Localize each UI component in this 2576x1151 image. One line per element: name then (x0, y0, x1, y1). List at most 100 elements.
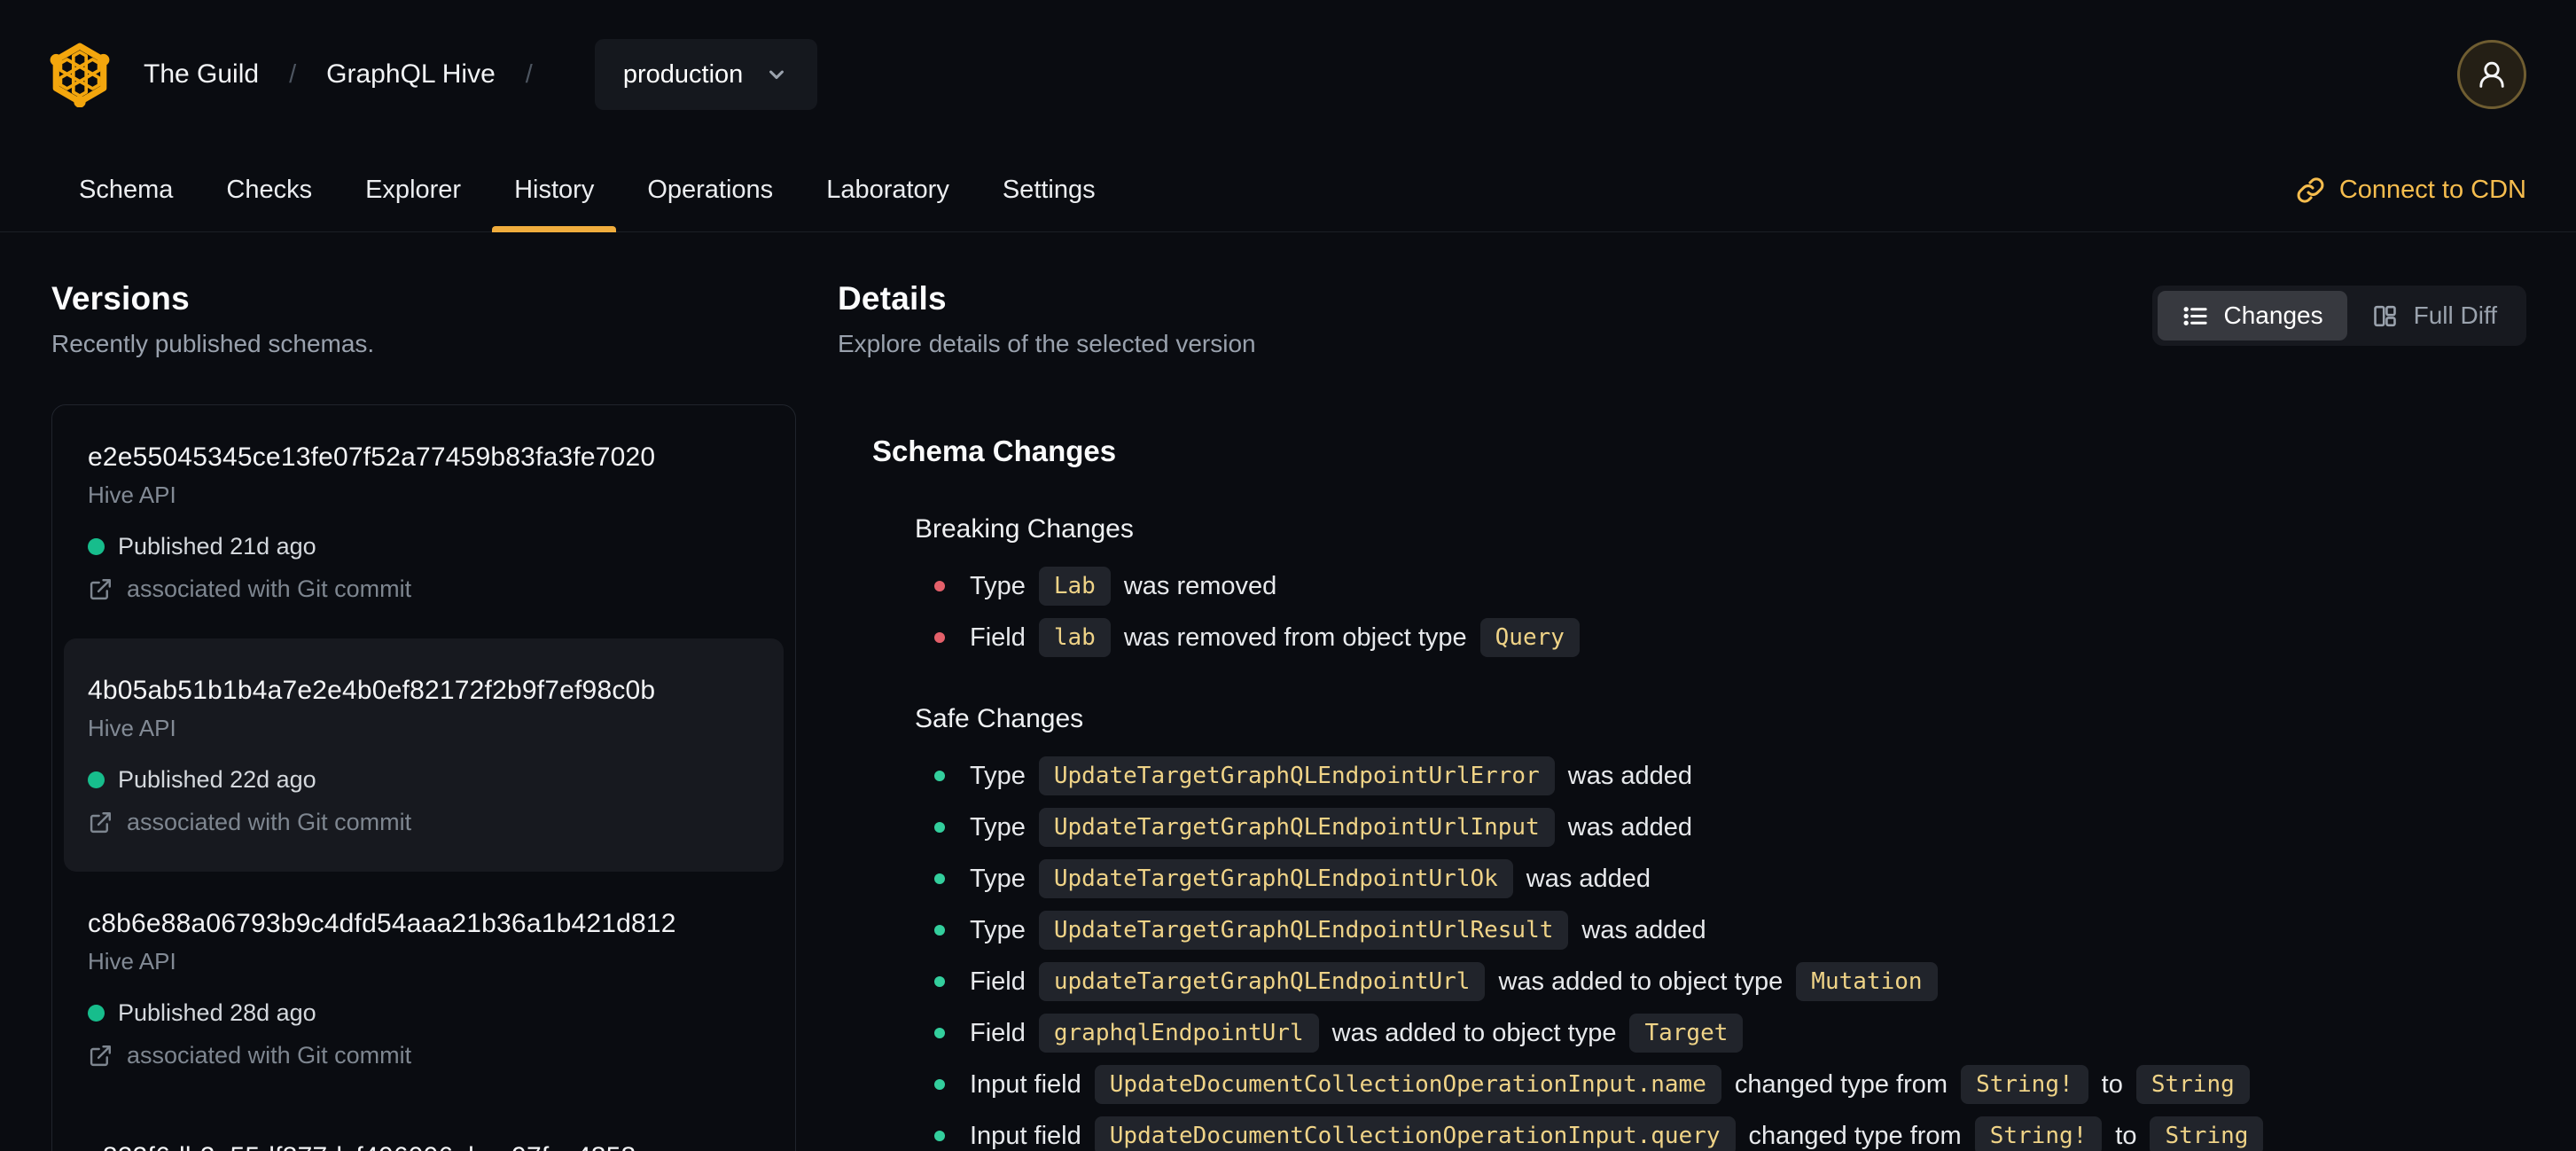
version-service: Hive API (88, 715, 176, 741)
published-dot-icon (88, 1005, 105, 1022)
external-link-icon (90, 579, 111, 600)
change-code-chip: UpdateTargetGraphQLEndpointUrlOk (1038, 859, 1513, 898)
user-avatar-button[interactable] (2457, 40, 2526, 109)
connect-to-cdn-link[interactable]: Connect to CDN (2296, 149, 2526, 231)
main-content: Versions Recently published schemas. e2e… (0, 232, 2576, 1151)
change-text: changed type from (1734, 1069, 1948, 1099)
version-published-label: Published 28d ago (118, 999, 316, 1026)
git-commit-label: associated with Git commit (127, 1042, 412, 1069)
breadcrumb-project[interactable]: GraphQL Hive (326, 59, 496, 90)
schema-changes-title: Schema Changes (872, 435, 1117, 467)
changes-section-title: Breaking Changes (915, 514, 1134, 544)
breadcrumb-separator: / (525, 59, 533, 89)
toggle-label: Changes (2223, 301, 2323, 329)
schema-changes-sections: Breaking Changes Type Lab was removed Field l… (872, 514, 2526, 1151)
version-status: Published 21d ago (88, 533, 760, 560)
external-link-icon (90, 812, 111, 834)
version-hash: c8b6e88a06793b9c4dfd54aaa21b36a1b421d812 (88, 909, 676, 938)
link-icon (2296, 176, 2325, 205)
change-code-chip: graphqlEndpointUrl (1038, 1014, 1319, 1053)
breadcrumb-separator: / (289, 59, 297, 89)
change-row: Field updateTargetGraphQLEndpointUrl was a… (934, 961, 2526, 1002)
change-text: changed type from (1748, 1121, 1962, 1150)
change-text: Input field (970, 1121, 1081, 1150)
version-git-commit-link[interactable]: associated with Git commit (88, 809, 760, 836)
change-code-chip: Target (1629, 1014, 1744, 1053)
change-text: was added (1581, 915, 1706, 944)
change-text: was added to object type (1498, 967, 1784, 996)
breaking-bullet-icon (934, 581, 945, 591)
tab-checks[interactable]: Checks (199, 149, 339, 231)
chevron-down-icon (764, 62, 789, 87)
change-text: was added (1567, 761, 1693, 790)
details-title: Details (838, 280, 947, 317)
change-text: Field (970, 1018, 1026, 1047)
change-text: was removed from object type (1123, 622, 1467, 652)
version-card[interactable]: e2e55045345ce13fe07f52a77459b83fa3fe7020… (52, 405, 795, 638)
published-dot-icon (88, 771, 105, 788)
breadcrumb-org[interactable]: The Guild (144, 59, 259, 90)
toggle-label: Full Diff (2413, 301, 2497, 329)
breadcrumb: The Guild / GraphQL Hive / production (144, 39, 818, 110)
version-git-commit-link[interactable]: associated with Git commit (88, 1042, 760, 1069)
target-selector[interactable]: production (594, 39, 818, 110)
toggle-changes[interactable]: Changes (2157, 291, 2347, 341)
details-header: Details Explore details of the selected … (838, 280, 2526, 358)
change-row: Type Lab was removed (934, 566, 2526, 607)
version-git-commit-link[interactable]: associated with Git commit (88, 576, 760, 603)
safe-bullet-icon (934, 976, 945, 987)
safe-bullet-icon (934, 1028, 945, 1038)
change-row: Type UpdateTargetGraphQLEndpointUrlInput w… (934, 807, 2526, 848)
tab-operations[interactable]: Operations (621, 149, 800, 231)
top-bar: The Guild / GraphQL Hive / production (0, 0, 2576, 149)
change-row: Type UpdateTargetGraphQLEndpointUrlOk was … (934, 858, 2526, 899)
version-published-label: Published 22d ago (118, 766, 316, 793)
change-code-chip: lab (1038, 618, 1111, 657)
change-row: Input field UpdateDocumentCollectionOpera… (934, 1116, 2526, 1151)
columns-icon (2373, 305, 2396, 326)
safe-bullet-icon (934, 873, 945, 884)
change-code-chip: Query (1479, 618, 1580, 657)
version-status: Published 28d ago (88, 999, 760, 1027)
main-nav-tabs: Schema Checks Explorer History Operations Lab… (0, 149, 2576, 232)
change-text: Type (970, 915, 1026, 944)
details-subtitle: Explore details of the selected version (838, 330, 1256, 357)
version-service: Hive API (88, 482, 176, 508)
change-text: Field (970, 622, 1026, 652)
toggle-full-diff[interactable]: Full Diff (2347, 291, 2521, 341)
tab-settings[interactable]: Settings (976, 149, 1122, 231)
version-card[interactable]: c8b6e88a06793b9c4dfd54aaa21b36a1b421d812… (52, 872, 795, 1105)
change-text: was added to object type (1331, 1018, 1617, 1047)
change-code-chip: Mutation (1796, 962, 1938, 1001)
version-hash: e2e55045345ce13fe07f52a77459b83fa3fe7020 (88, 442, 656, 472)
target-selector-value: production (622, 59, 744, 89)
version-card[interactable]: 4b05ab51b1b4a7e2e4b0ef82172f2b9f7ef98c0b… (64, 638, 784, 872)
hive-logo-icon[interactable] (50, 42, 110, 107)
change-code-chip: UpdateTargetGraphQLEndpointUrlResult (1038, 911, 1569, 950)
tab-explorer[interactable]: Explorer (339, 149, 488, 231)
change-code-chip: String! (1961, 1065, 2088, 1104)
change-row: Type UpdateTargetGraphQLEndpointUrlResult… (934, 910, 2526, 951)
change-row: Field graphqlEndpointUrl was added to obje… (934, 1013, 2526, 1053)
tab-laboratory[interactable]: Laboratory (800, 149, 976, 231)
change-code-chip: UpdateDocumentCollectionOperationInput.q… (1094, 1116, 1736, 1151)
changes-section-title: Safe Changes (915, 704, 1084, 733)
breaking-bullet-icon (934, 632, 945, 643)
view-toggle-group: Changes Full Diff (2151, 286, 2526, 346)
external-link-icon (90, 1045, 111, 1067)
tab-history[interactable]: History (488, 149, 621, 232)
version-status: Published 22d ago (88, 766, 760, 794)
published-dot-icon (88, 538, 105, 555)
change-text: to (2115, 1121, 2137, 1150)
change-code-chip: String! (1974, 1116, 2103, 1151)
change-code-chip: UpdateDocumentCollectionOperationInput.n… (1094, 1065, 1721, 1104)
change-code-chip: String (2150, 1116, 2264, 1151)
safe-bullet-icon (934, 822, 945, 833)
schema-changes: Schema Changes Breaking Changes Type Lab wa… (838, 435, 2526, 1151)
tab-schema[interactable]: Schema (52, 149, 199, 231)
version-card[interactable]: a823f6db2a55df877dcf406006abca97fcc4858c… (52, 1105, 795, 1151)
change-row: Type UpdateTargetGraphQLEndpointUrlError w… (934, 756, 2526, 796)
change-code-chip: UpdateTargetGraphQLEndpointUrlInput (1038, 808, 1555, 847)
versions-title: Versions (51, 280, 190, 317)
change-text: was added (1567, 812, 1693, 842)
